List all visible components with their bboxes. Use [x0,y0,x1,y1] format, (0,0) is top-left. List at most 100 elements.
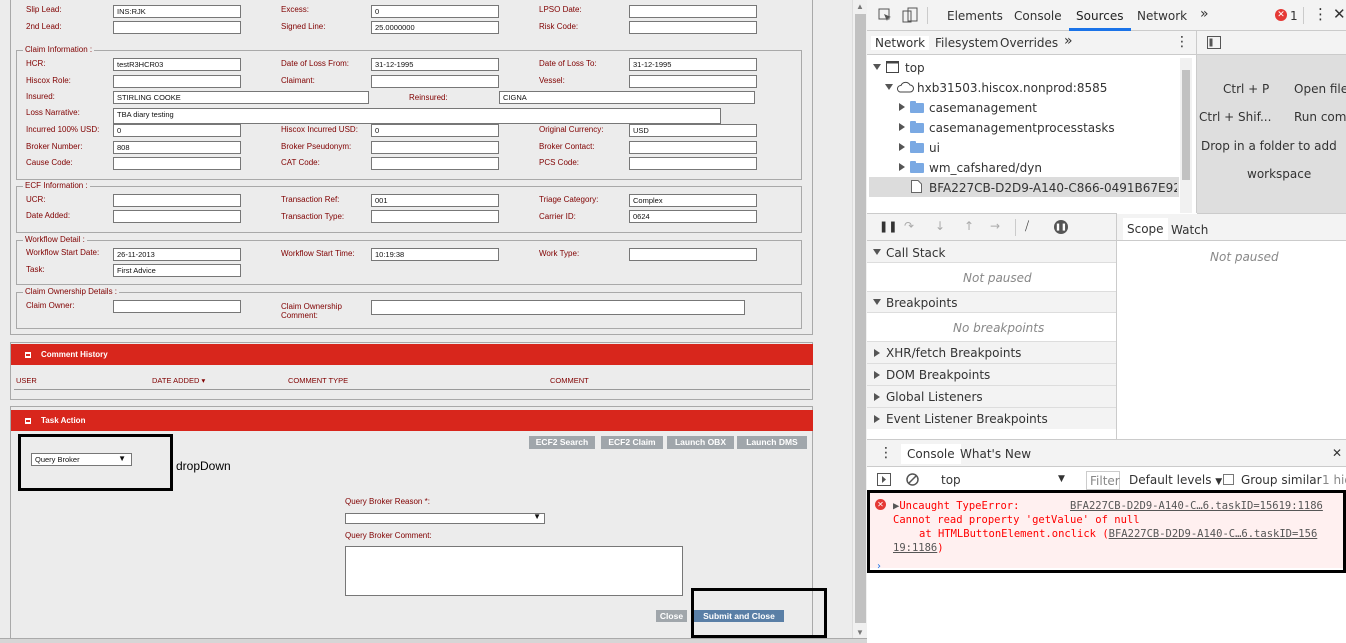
tree-host[interactable]: hxb31503.hiscox.nonprod:8585 [917,81,1107,95]
pause-on-exceptions-icon[interactable]: ❚❚ [1054,220,1068,234]
console-prompt-icon[interactable]: › [877,560,881,574]
original-currency-field[interactable]: USD [629,124,757,137]
broker-pseudonym-field[interactable] [371,141,499,154]
claimant-field[interactable] [371,75,499,88]
expand-icon[interactable] [873,299,881,305]
clear-console-icon[interactable] [906,473,919,486]
tree-file[interactable]: BFA227CB-D2D9-A140-C866-0491B67E9201.tas [929,181,1177,195]
error-icon[interactable]: ✕ [1275,9,1287,21]
nav-tab-filesystem[interactable]: Filesystem [935,36,998,50]
triage-category-field[interactable]: Complex [629,194,757,207]
claim-owner-field[interactable] [113,300,241,313]
filter-input[interactable]: Filter [1086,471,1120,490]
breakpoints-title[interactable]: Breakpoints [886,296,957,310]
tab-scope[interactable]: Scope [1123,218,1168,240]
launch-dms-button[interactable]: Launch DMS [737,436,807,449]
ecf2-claim-button[interactable]: ECF2 Claim [601,436,663,449]
insured-field[interactable]: STIRLING COOKE [113,91,369,104]
collapse-icon[interactable] [899,143,905,151]
drawer-tab-whats-new[interactable]: What's New [960,447,1031,461]
tree-folder[interactable]: casemanagement [929,101,1037,115]
expand-icon[interactable] [885,84,893,90]
collapse-icon[interactable] [874,415,880,423]
launch-obx-button[interactable]: Launch OBX [667,436,734,449]
comment-history-header[interactable]: Comment History [11,344,813,365]
claim-ownership-comment-field[interactable] [371,300,745,315]
collapse-icon[interactable] [874,371,880,379]
ecf2-search-button[interactable]: ECF2 Search [529,436,595,449]
hcr-field[interactable]: testR3HCR03 [113,58,241,71]
tree-folder[interactable]: ui [929,141,940,155]
scroll-down-icon[interactable]: ▼ [856,628,864,637]
inspect-icon[interactable] [878,8,892,22]
toggle-navigator-icon[interactable] [1207,36,1221,49]
step-over-icon[interactable]: ↷ [904,219,914,233]
date-of-loss-to-field[interactable]: 31-12-1995 [629,58,757,71]
expand-icon[interactable] [873,64,881,70]
workflow-start-time-field[interactable]: 10:19:38 [371,248,499,261]
tab-sources[interactable]: Sources [1076,9,1123,23]
log-levels-select[interactable]: Default levels ▼ [1129,473,1222,489]
incurred-field[interactable]: 0 [113,124,241,137]
pause-icon[interactable]: ❚❚ [879,220,897,234]
hiscox-incurred-field[interactable]: 0 [371,124,499,137]
ucr-field[interactable] [113,194,241,207]
loss-narrative-textarea[interactable]: TBA diary testing [113,108,721,124]
collapse-icon[interactable] [25,417,31,424]
collapse-icon[interactable] [874,393,880,401]
pcs-code-field[interactable] [629,157,757,170]
column-comment[interactable]: COMMENT [550,376,589,385]
task-action-select[interactable]: Query Broker ▼ [31,453,132,466]
query-broker-comment-textarea[interactable] [345,546,683,596]
more-tabs-icon[interactable]: » [1200,7,1209,21]
cause-code-field[interactable] [113,157,241,170]
cat-code-field[interactable] [371,157,499,170]
vessel-field[interactable] [629,75,757,88]
hiscox-role-field[interactable] [113,75,241,88]
deactivate-breakpoints-icon[interactable]: ⧸ [1025,219,1029,233]
close-icon[interactable]: ✕ [1332,446,1342,460]
call-stack-title[interactable]: Call Stack [886,246,945,260]
collapse-icon[interactable] [874,349,880,357]
broker-number-field[interactable]: 808 [113,141,241,154]
nav-tab-overrides[interactable]: Overrides [1000,36,1058,50]
global-listeners[interactable]: Global Listeners [886,390,983,404]
group-similar-checkbox[interactable] [1223,474,1234,485]
menu-kebab-icon[interactable]: ⋮ [1175,35,1189,49]
carrier-id-field[interactable]: 0624 [629,210,757,223]
tab-console[interactable]: Console [1014,9,1062,23]
reinsured-field[interactable]: CIGNA [499,91,755,104]
collapse-icon[interactable] [899,123,905,131]
transaction-type-field[interactable] [371,210,499,223]
task-action-header[interactable]: Task Action [11,410,813,431]
dom-breakpoints[interactable]: DOM Breakpoints [886,368,990,382]
column-comment-type[interactable]: COMMENT TYPE [288,376,348,385]
workflow-start-date-field[interactable]: 26-11-2013 [113,248,241,261]
column-date-added[interactable]: DATE ADDED ▾ [152,376,205,385]
date-of-loss-from-field[interactable]: 31-12-1995 [371,58,499,71]
tree-folder[interactable]: casemanagementprocesstasks [929,121,1115,135]
more-tabs-icon[interactable]: » [1064,34,1073,48]
broker-contact-field[interactable] [629,141,757,154]
tree-scrollbar[interactable] [1180,58,1192,213]
collapse-icon[interactable] [899,163,905,171]
context-select[interactable]: top ▼ [928,470,1076,490]
drawer-menu-icon[interactable]: ⋮ [879,446,893,460]
step-into-icon[interactable]: ↓ [935,219,945,233]
device-toggle-icon[interactable] [902,7,918,23]
tree-top[interactable]: top [905,61,925,75]
close-icon[interactable]: ✕ [1333,7,1346,22]
xhr-breakpoints[interactable]: XHR/fetch Breakpoints [886,346,1021,360]
column-user[interactable]: USER [16,376,37,385]
menu-kebab-icon[interactable]: ⋮ [1313,7,1328,22]
event-listener-breakpoints[interactable]: Event Listener Breakpoints [886,412,1048,426]
collapse-icon[interactable] [25,351,31,358]
tree-folder[interactable]: wm_cafshared/dyn [929,161,1042,175]
close-button[interactable]: Close [656,610,687,622]
work-type-field[interactable] [629,248,757,261]
query-broker-reason-select[interactable]: ▼ [345,513,545,524]
page-scrollbar[interactable]: ▲ ▼ [852,0,867,643]
transaction-ref-field[interactable]: 001 [371,194,499,207]
step-icon[interactable]: → [990,219,1000,233]
tab-network[interactable]: Network [1137,9,1187,23]
